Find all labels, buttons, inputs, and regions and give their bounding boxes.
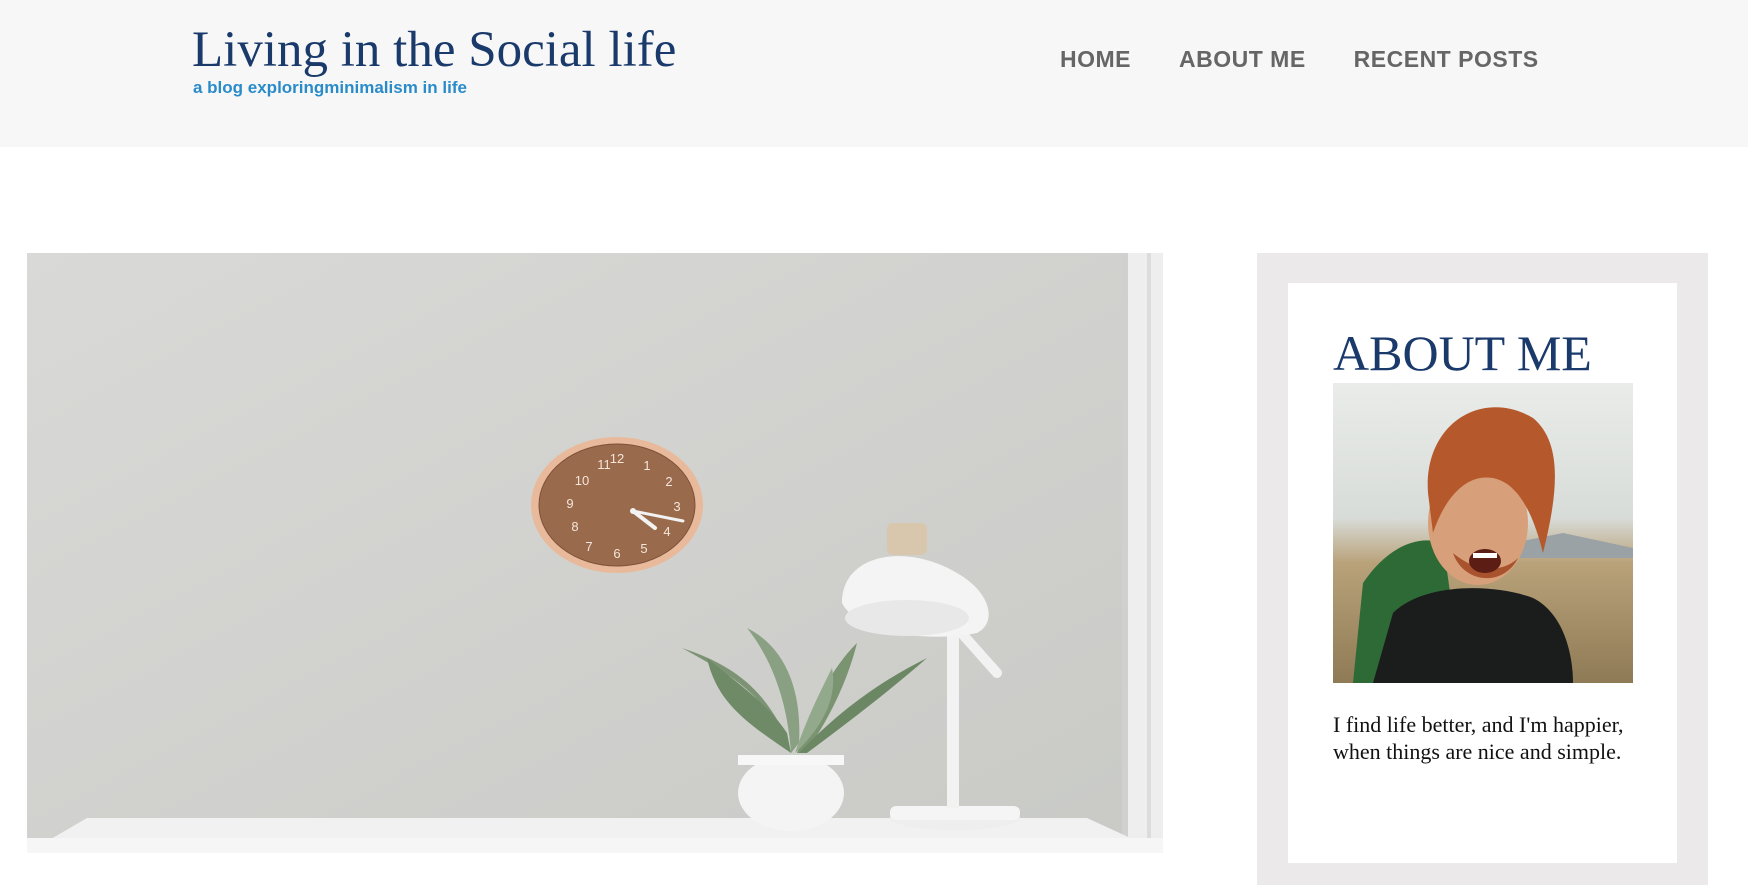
clock-number: 3 — [673, 499, 680, 514]
clock: 12 1 2 3 4 5 6 7 8 9 10 11 — [531, 437, 703, 573]
clock-number: 12 — [610, 451, 624, 466]
clock-number: 5 — [640, 541, 647, 556]
clock-number: 7 — [585, 539, 592, 554]
hero-illustration: 12 1 2 3 4 5 6 7 8 9 10 11 — [27, 253, 1163, 853]
clock-number: 9 — [566, 496, 573, 511]
clock-number: 2 — [665, 474, 672, 489]
nav-home[interactable]: HOME — [1060, 46, 1131, 73]
about-title: ABOUT ME — [1333, 325, 1592, 381]
about-photo — [1333, 383, 1633, 683]
clock-number: 10 — [575, 473, 589, 488]
clock-number: 11 — [597, 457, 611, 472]
clock-number: 8 — [571, 519, 578, 534]
site-header: Living in the Social life a blog explori… — [0, 0, 1748, 147]
nav-about-me[interactable]: ABOUT ME — [1179, 46, 1306, 73]
clock-number: 4 — [663, 524, 670, 539]
about-text: I find life better, and I'm happier, whe… — [1333, 712, 1624, 764]
clock-number: 1 — [643, 458, 650, 473]
door-frame — [1122, 253, 1163, 853]
nav-recent-posts[interactable]: RECENT POSTS — [1354, 46, 1539, 73]
site-tagline: a blog exploringminimalism in life — [193, 78, 467, 97]
site-title[interactable]: Living in the Social life — [192, 20, 676, 81]
avatar — [1333, 383, 1633, 683]
hero-image: 12 1 2 3 4 5 6 7 8 9 10 11 — [27, 253, 1163, 853]
main-nav: HOME ABOUT ME RECENT POSTS — [1060, 46, 1539, 73]
clock-number: 6 — [613, 546, 620, 561]
